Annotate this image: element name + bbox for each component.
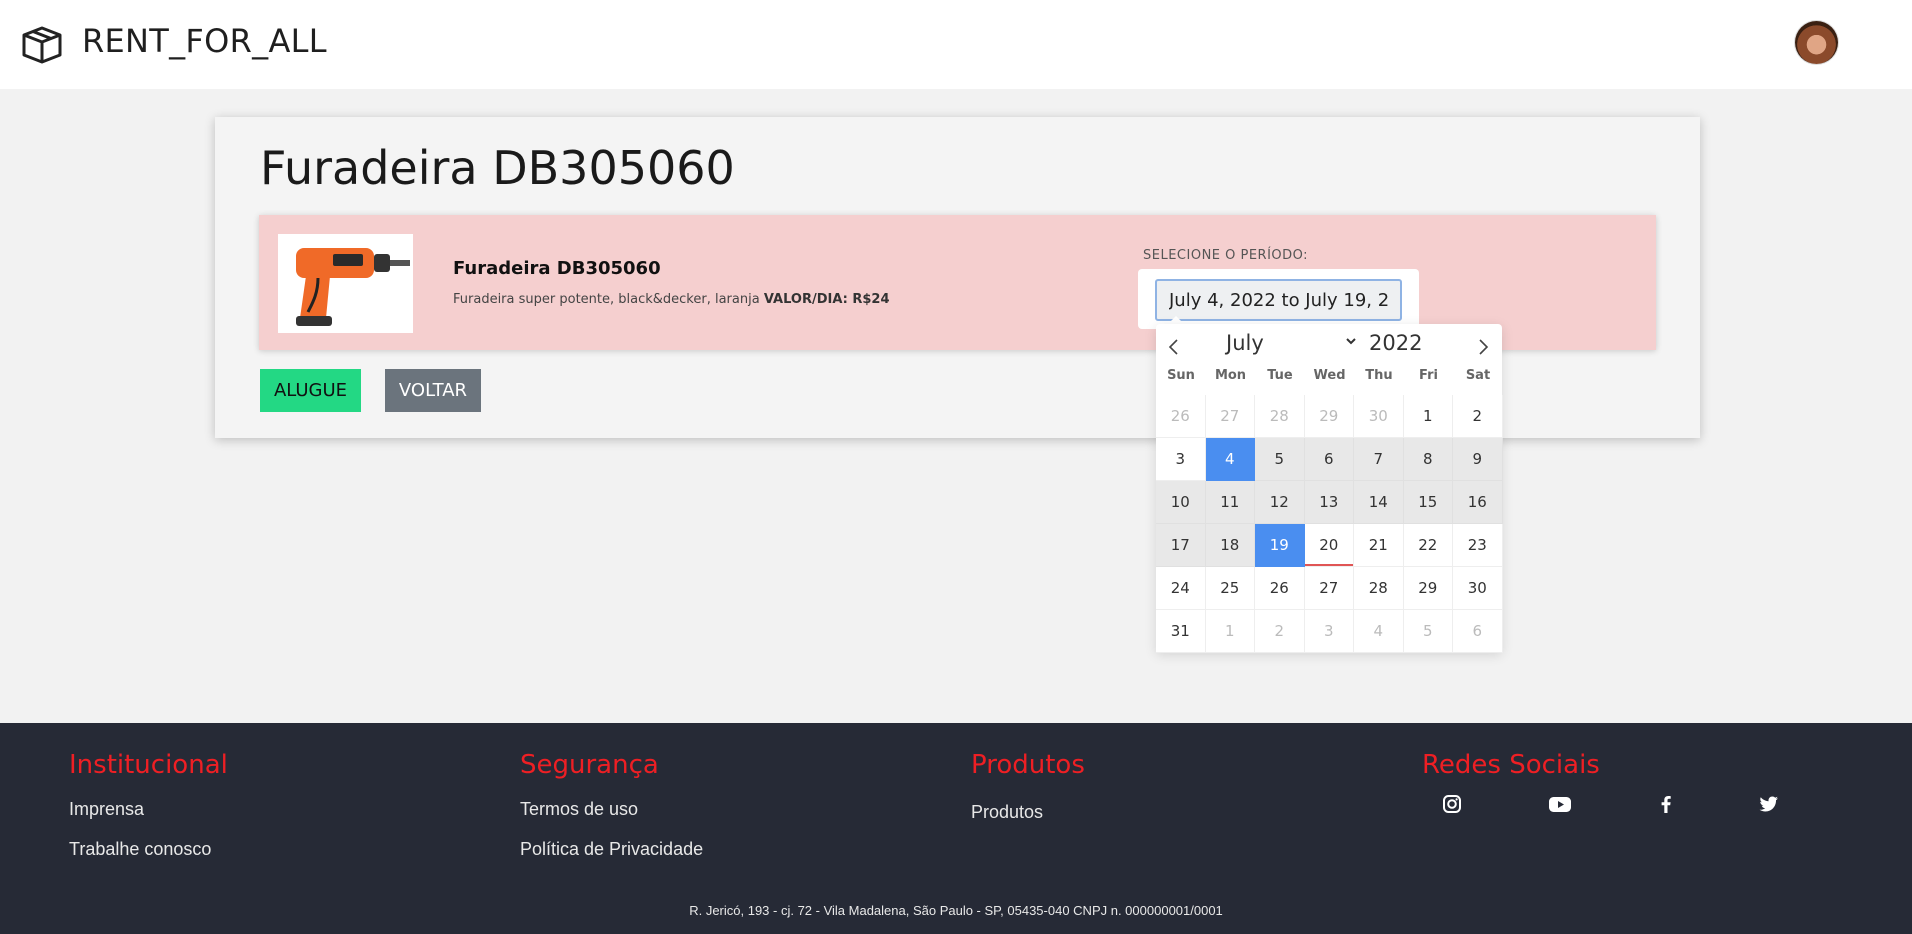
calendar-day[interactable]: 20 [1304,524,1354,567]
twitter-icon[interactable] [1758,793,1780,815]
calendar-caret [1168,316,1184,324]
calendar-day[interactable]: 13 [1304,481,1354,524]
calendar-day[interactable]: 6 [1453,610,1503,653]
footer-title-security: Segurança [520,750,659,780]
page-title: Furadeira DB305060 [260,141,735,195]
calendar-day[interactable]: 10 [1156,481,1206,524]
product-description: Furadeira super potente, black&decker, l… [453,292,890,307]
period-label: SELECIONE O PERÍODO: [1143,248,1309,263]
calendar-day[interactable]: 26 [1156,395,1206,438]
calendar-day[interactable]: 16 [1453,481,1503,524]
calendar-day[interactable]: 8 [1403,438,1453,481]
footer-link-trabalhe-conosco[interactable]: Trabalhe conosco [69,839,211,860]
calendar-day[interactable]: 31 [1156,610,1206,653]
drill-image [278,234,413,333]
product-name: Furadeira DB305060 [453,258,661,279]
facebook-icon[interactable] [1655,793,1677,815]
date-range-input[interactable] [1155,279,1402,321]
calendar-day[interactable]: 4 [1354,610,1404,653]
weekday-tue: Tue [1267,368,1293,383]
weekday-fri: Fri [1419,368,1438,383]
calendar-day[interactable]: 29 [1403,567,1453,610]
footer-title-institutional: Institucional [69,750,228,780]
calendar-day[interactable]: 11 [1205,481,1255,524]
calendar-day[interactable]: 19 [1255,524,1305,567]
calendar-day[interactable]: 29 [1304,395,1354,438]
footer-link-imprensa[interactable]: Imprensa [69,799,144,820]
calendar-day[interactable]: 15 [1403,481,1453,524]
youtube-icon[interactable] [1548,793,1572,815]
calendar-day[interactable]: 28 [1354,567,1404,610]
calendar-day[interactable]: 3 [1304,610,1354,653]
calendar-day[interactable]: 23 [1453,524,1503,567]
calendar-day[interactable]: 25 [1205,567,1255,610]
chevron-down-icon[interactable] [1345,336,1357,346]
calendar-day[interactable]: 28 [1255,395,1305,438]
calendar-day[interactable]: 2 [1453,395,1503,438]
calendar-day[interactable]: 27 [1205,395,1255,438]
calendar-day[interactable]: 6 [1304,438,1354,481]
footer-address: R. Jericó, 193 - cj. 72 - Vila Madalena,… [689,903,1223,918]
top-navbar: RENT_FOR_ALL [0,0,1912,89]
calendar-day[interactable]: 5 [1403,610,1453,653]
user-avatar[interactable] [1795,21,1838,64]
calendar-day[interactable]: 17 [1156,524,1206,567]
month-select[interactable]: July [1226,331,1264,355]
calendar-day[interactable]: 3 [1156,438,1206,481]
brand-name[interactable]: RENT_FOR_ALL [82,22,327,60]
footer-title-products: Produtos [971,750,1085,780]
footer-link-privacidade[interactable]: Política de Privacidade [520,839,703,860]
chevron-right-icon[interactable] [1476,338,1490,356]
calendar-day[interactable]: 2 [1255,610,1305,653]
calendar-day[interactable]: 7 [1354,438,1404,481]
chevron-left-icon[interactable] [1167,338,1181,356]
calendar-day[interactable]: 9 [1453,438,1503,481]
weekday-mon: Mon [1214,368,1247,383]
back-button[interactable]: VOLTAR [385,369,481,412]
calendar-day[interactable]: 24 [1156,567,1206,610]
footer-link-termos[interactable]: Termos de uso [520,799,638,820]
calendar-day[interactable]: 4 [1205,438,1255,481]
calendar-day[interactable]: 1 [1403,395,1453,438]
calendar-day[interactable]: 1 [1205,610,1255,653]
rent-button[interactable]: ALUGUE [260,369,361,412]
calendar-day[interactable]: 14 [1354,481,1404,524]
weekday-wed: Wed [1313,368,1346,383]
calendar-day[interactable]: 22 [1403,524,1453,567]
calendar-day[interactable]: 5 [1255,438,1305,481]
calendar-day[interactable]: 21 [1354,524,1404,567]
weekday-sun: Sun [1167,368,1195,383]
weekday-thu: Thu [1365,368,1393,383]
instagram-icon[interactable] [1441,793,1463,815]
product-description-text: Furadeira super potente, black&decker, l… [453,292,760,307]
footer-link-produtos[interactable]: Produtos [971,802,1043,823]
price-label: VALOR/DIA: R$24 [763,292,890,307]
calendar-day[interactable]: 30 [1453,567,1503,610]
box-icon[interactable] [20,25,64,65]
calendar-day[interactable]: 27 [1304,567,1354,610]
calendar-day[interactable]: 18 [1205,524,1255,567]
calendar-day[interactable]: 26 [1255,567,1305,610]
calendar-day[interactable]: 30 [1354,395,1404,438]
calendar-day[interactable]: 12 [1255,481,1305,524]
footer-title-social: Redes Sociais [1422,750,1600,780]
weekday-sat: Sat [1465,368,1491,383]
year-input[interactable]: 2022 [1369,331,1422,355]
